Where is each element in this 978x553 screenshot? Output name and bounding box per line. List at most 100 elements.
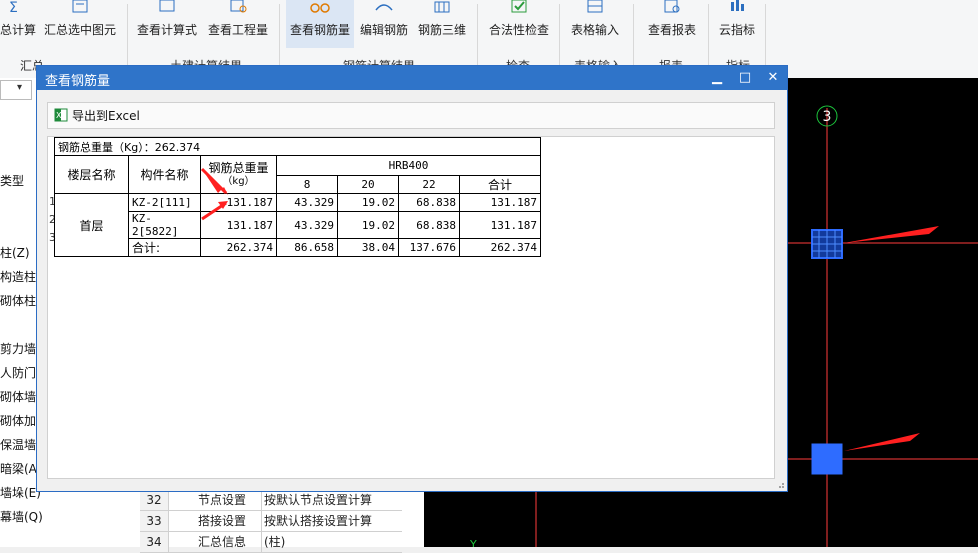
floor-cell: 首层	[54, 193, 129, 257]
check-icon	[511, 0, 527, 13]
cloud-index-icon	[731, 0, 744, 11]
row-number: 34	[140, 532, 169, 552]
rebar-glasses-icon	[310, 3, 330, 13]
floor-dropdown[interactable]: ▾	[0, 80, 32, 100]
header-floor: 楼层名称	[54, 155, 129, 194]
property-key: 节点设置	[170, 490, 262, 510]
cloud-index-label: 云指标	[718, 23, 755, 37]
column-kz2-bottom[interactable]	[811, 443, 843, 475]
annotation-arrow	[200, 167, 228, 195]
view-formula-button[interactable]: 查看计算式	[134, 0, 200, 48]
tree-item-curtain-wall[interactable]: 幕墙(Q)	[0, 508, 43, 525]
view-quantity-button[interactable]: 查看工程量	[204, 0, 272, 48]
annotation-arrow	[844, 433, 920, 451]
tree-item-wall-pier[interactable]: 墙垛(E)	[0, 484, 41, 501]
legality-check-button[interactable]: 合法性检查	[484, 0, 554, 48]
header-component: 构件名称	[128, 155, 201, 194]
view-formula-label: 查看计算式	[136, 23, 197, 37]
tree-item-masonry-wall[interactable]: 砌体墙(	[0, 388, 41, 405]
calc-sheet-icon	[72, 0, 88, 13]
property-row[interactable]: 34 汇总信息 (柱)	[140, 532, 402, 553]
component-cell: KZ-2[5822]	[128, 211, 201, 239]
excel-icon: X	[54, 108, 68, 122]
rebar-3d-label: 钢筋三维	[417, 23, 466, 37]
header-diameter: 20	[337, 175, 399, 194]
ribbon-separator	[127, 4, 128, 74]
formula-icon	[159, 0, 175, 12]
total-calc-label: 总计算	[0, 23, 37, 37]
ribbon-separator	[633, 4, 634, 74]
d22-cell: 68.838	[398, 193, 460, 212]
ribbon-separator	[279, 4, 280, 74]
total-calc-button[interactable]: Σ 总计算	[0, 0, 36, 48]
summarize-selected-label: 汇总选中图元	[43, 23, 116, 37]
property-value[interactable]: (柱)	[264, 532, 285, 552]
row-number: 32	[140, 490, 169, 510]
axis-y-marker: Y	[469, 538, 477, 547]
table-input-label: 表格输入	[570, 23, 619, 37]
quantity-icon	[230, 0, 247, 13]
column-kz2-top[interactable]	[811, 229, 843, 259]
view-report-button[interactable]: 查看报表	[640, 0, 704, 48]
report-icon	[664, 0, 680, 13]
tree-item-type[interactable]: 类型	[0, 172, 24, 189]
rebar-3d-icon	[434, 1, 450, 13]
dialog-titlebar[interactable]: 查看钢筋量 ▁ □ ✕	[37, 66, 787, 90]
property-key: 汇总信息	[170, 532, 262, 552]
ribbon-separator	[765, 4, 766, 74]
summarize-selected-button[interactable]: 汇总选中图元	[40, 0, 120, 48]
view-quantity-label: 查看工程量	[207, 23, 268, 37]
sum-cell: 262.374	[459, 238, 541, 257]
rebar-quantity-dialog: 查看钢筋量 ▁ □ ✕ X 导出到Excel 1 2 3 钢筋总重量（Kg）：26…	[36, 65, 788, 492]
ribbon-separator	[477, 4, 478, 74]
cloud-index-button[interactable]: 云指标	[714, 0, 760, 48]
ribbon-separator	[559, 4, 560, 74]
tree-item-column[interactable]: 柱(Z)	[0, 244, 30, 261]
axis-bubble-label: 3	[823, 109, 832, 125]
sum-cell: 131.187	[459, 193, 541, 212]
property-key: 搭接设置	[170, 511, 262, 531]
sigma-icon: Σ	[9, 0, 18, 16]
dialog-toolbar: X 导出到Excel	[47, 102, 775, 129]
close-button[interactable]: ✕	[759, 66, 787, 90]
ribbon-separator	[708, 4, 709, 74]
export-excel-button[interactable]: X 导出到Excel	[54, 107, 140, 125]
rebar-grid: 1 2 3 钢筋总重量（Kg）：262.374 楼层名称 构件名称 钢筋总重量 …	[47, 136, 775, 479]
svg-text:Σ: Σ	[9, 0, 18, 16]
rebar-3d-button[interactable]: 钢筋三维	[414, 0, 470, 48]
total-weight-summary: 钢筋总重量（Kg）：262.374	[54, 137, 541, 156]
annotation-arrow	[844, 226, 939, 243]
sum-cell: 131.187	[459, 211, 541, 239]
component-cell: KZ-2[111]	[128, 193, 201, 212]
property-value[interactable]: 按默认搭接设置计算	[264, 511, 372, 531]
export-excel-label: 导出到Excel	[72, 109, 140, 123]
table-input-icon	[587, 0, 603, 13]
component-cell: 合计:	[128, 238, 201, 257]
d20-cell: 38.04	[337, 238, 399, 257]
svg-text:X: X	[56, 111, 62, 120]
property-row[interactable]: 32 节点设置 按默认节点设置计算	[140, 490, 402, 511]
d22-cell: 68.838	[398, 211, 460, 239]
annotation-arrows	[200, 167, 228, 221]
property-row[interactable]: 33 搭接设置 按默认搭接设置计算	[140, 511, 402, 532]
d20-cell: 19.02	[337, 211, 399, 239]
header-diameter-sum: 合计	[459, 175, 541, 194]
chevron-down-icon: ▾	[17, 82, 23, 93]
maximize-button[interactable]: □	[731, 66, 759, 90]
table-input-button[interactable]: 表格输入	[566, 0, 624, 48]
dialog-title: 查看钢筋量	[45, 74, 111, 89]
edit-rebar-icon	[375, 4, 393, 11]
legality-check-label: 合法性检查	[488, 23, 549, 37]
property-value[interactable]: 按默认节点设置计算	[264, 490, 372, 510]
view-rebar-quantity-button[interactable]: 查看钢筋量	[286, 0, 354, 48]
tree-item-insulation-wall[interactable]: 保温墙(	[0, 436, 41, 453]
tree-item-shear-wall[interactable]: 剪力墙(	[0, 340, 41, 357]
property-grid: 32 节点设置 按默认节点设置计算 33 搭接设置 按默认搭接设置计算 34 汇…	[140, 490, 424, 553]
view-report-label: 查看报表	[647, 23, 696, 37]
view-rebar-quantity-label: 查看钢筋量	[289, 23, 350, 37]
header-diameter: 22	[398, 175, 460, 194]
d20-cell: 19.02	[337, 193, 399, 212]
resize-grip-icon[interactable]	[775, 479, 785, 489]
minimize-button[interactable]: ▁	[703, 66, 731, 90]
edit-rebar-button[interactable]: 编辑钢筋	[357, 0, 411, 48]
